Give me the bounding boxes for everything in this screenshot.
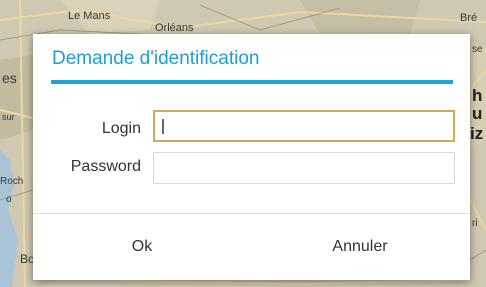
map-label-bre: Bré xyxy=(460,12,478,24)
map-label-orleans: Orléans xyxy=(155,22,194,34)
map-label-sur: sur xyxy=(2,112,15,122)
map-label-h: h xyxy=(472,86,483,105)
password-input[interactable] xyxy=(153,152,455,184)
map-label-u: u xyxy=(472,104,483,123)
map-label-se: se xyxy=(472,44,483,55)
map-label-es: es xyxy=(2,70,17,86)
map-label-o: o xyxy=(6,194,12,205)
login-label: Login xyxy=(101,120,141,137)
text-cursor xyxy=(162,119,164,134)
map-label-roch: Roch xyxy=(0,176,24,187)
login-input[interactable] xyxy=(153,110,455,142)
password-label: Password xyxy=(70,158,141,175)
title-divider xyxy=(51,80,453,84)
cancel-button[interactable]: Annuler xyxy=(251,214,469,280)
map-label-ri: ri xyxy=(472,218,478,229)
dialog-title: Demande d'identification xyxy=(52,48,260,69)
ok-button[interactable]: Ok xyxy=(33,214,251,280)
map-label-iz: iz xyxy=(470,124,484,143)
login-dialog: Demande d'identification Login Password … xyxy=(33,34,470,280)
map-label-le-mans: Le Mans xyxy=(68,10,111,22)
screen: Le Mans Orléans Bré es se sur h u iz Roc… xyxy=(0,0,486,287)
